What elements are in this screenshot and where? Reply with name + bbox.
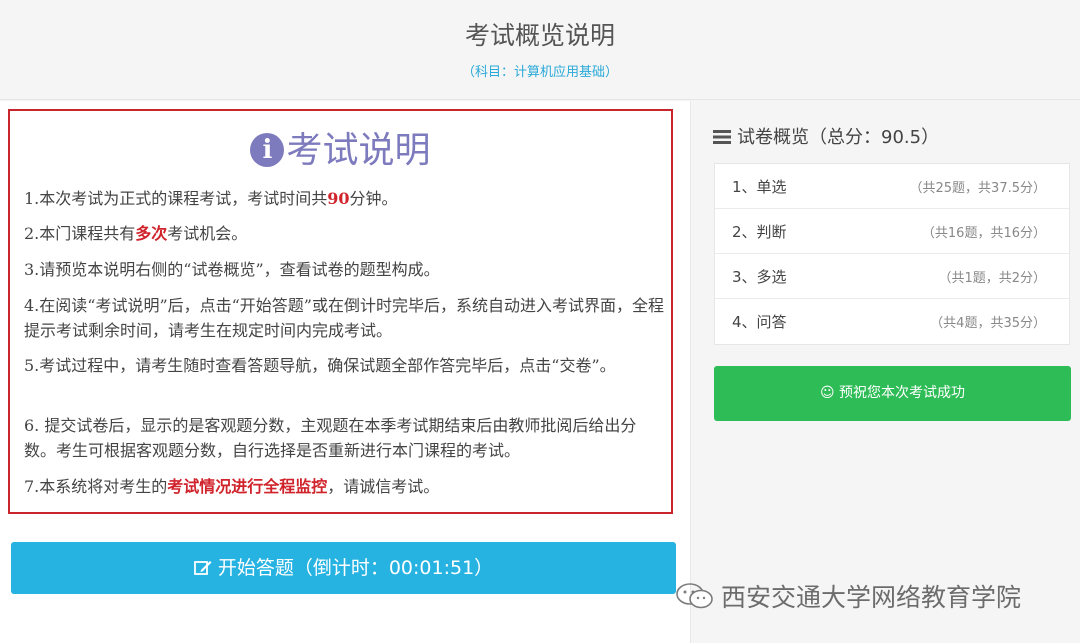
rule-text: 4.在阅读“考试说明”后，点击“开始答题”或在倒计时完毕后，系统自动进入考试界面… <box>24 296 664 340</box>
exam-rules-box: i 考试说明 1.本次考试为正式的课程考试，考试时间共90分钟。 2.本门课程共有… <box>8 109 673 514</box>
start-exam-label: 开始答题（倒计时：00:01:51） <box>217 557 494 579</box>
question-type-info: （共16题，共16分） <box>921 226 1046 241</box>
rule-text: 考试机会。 <box>167 224 248 243</box>
list-icon <box>713 130 731 144</box>
rules-title: 考试说明 <box>286 130 431 171</box>
rule-highlight: 考试情况进行全程监控 <box>167 477 328 496</box>
rule-text: 6. 提交试卷后，显示的是客观题分数，主观题在本季考试期结束后由教师批阅后给出分… <box>24 416 637 460</box>
right-panel: 试卷概览（总分：90.5） 1、单选 （共25题，共37.5分） 2、判断 （共… <box>690 101 1080 643</box>
overview-title: 试卷概览（总分：90.5） <box>737 127 940 148</box>
rule-item-6: 6. 提交试卷后，显示的是客观题分数，主观题在本季考试期结束后由教师批阅后给出分… <box>24 413 666 463</box>
question-type-name: 2、判断 <box>732 223 787 241</box>
watermark-text: 西安交通大学网络教育学院 <box>721 583 1022 612</box>
list-item: 3、多选 （共1题，共2分） <box>715 254 1069 299</box>
rule-item-4: 4.在阅读“考试说明”后，点击“开始答题”或在倒计时完毕后，系统自动进入考试界面… <box>24 293 666 343</box>
good-luck-button[interactable]: ☺ 预祝您本次考试成功 <box>714 366 1071 421</box>
overview-heading: 试卷概览（总分：90.5） <box>713 123 939 149</box>
info-circle-icon: i <box>250 133 285 167</box>
question-type-name: 4、问答 <box>732 313 787 331</box>
question-type-list: 1、单选 （共25题，共37.5分） 2、判断 （共16题，共16分） 3、多选… <box>714 163 1070 345</box>
watermark: 西安交通大学网络教育学院 <box>675 578 1021 614</box>
list-item: 2、判断 （共16题，共16分） <box>715 209 1069 254</box>
wechat-icon <box>676 583 713 609</box>
rule-text: 5.考试过程中，请考生随时查看答题导航，确保试题全部作答完毕后，点击“交卷”。 <box>24 356 616 375</box>
rule-text: ，请诚信考试。 <box>327 477 440 496</box>
rule-item-3: 3.请预览本说明右侧的“试卷概览”，查看试卷的题型构成。 <box>24 257 666 282</box>
rule-text: 3.请预览本说明右侧的“试卷概览”，查看试卷的题型构成。 <box>24 260 440 279</box>
question-type-info: （共4题，共35分） <box>930 316 1046 331</box>
rule-item-1: 1.本次考试为正式的课程考试，考试时间共90分钟。 <box>24 186 666 211</box>
rule-item-2: 2.本门课程共有多次考试机会。 <box>24 221 666 246</box>
rule-text: 2.本门课程共有 <box>24 224 136 243</box>
page-title: 考试概览说明 <box>464 21 615 50</box>
left-panel: i 考试说明 1.本次考试为正式的课程考试，考试时间共90分钟。 2.本门课程共有… <box>0 101 690 643</box>
question-type-info: （共25题，共37.5分） <box>909 181 1047 196</box>
page-subtitle: （科目：计算机应用基础） <box>461 65 618 80</box>
rule-text: 1.本次考试为正式的课程考试，考试时间共 <box>24 189 328 208</box>
rule-text: 7.本系统将对考生的 <box>24 477 168 496</box>
list-item: 1、单选 （共25题，共37.5分） <box>715 164 1069 209</box>
question-type-name: 1、单选 <box>732 178 787 196</box>
start-exam-button[interactable]: 开始答题（倒计时：00:01:51） <box>11 542 676 594</box>
rule-item-5: 5.考试过程中，请考生随时查看答题导航，确保试题全部作答完毕后，点击“交卷”。 <box>24 353 666 378</box>
rules-heading: i 考试说明 <box>10 121 671 173</box>
rule-text: 分钟。 <box>349 189 398 208</box>
question-type-name: 3、多选 <box>732 268 787 286</box>
rule-item-7: 7.本系统将对考生的考试情况进行全程监控，请诚信考试。 <box>24 474 666 499</box>
question-type-info: （共1题，共2分） <box>938 271 1046 286</box>
rule-highlight: 多次 <box>135 224 168 243</box>
edit-icon <box>193 561 212 575</box>
rule-highlight: 90 <box>327 189 350 208</box>
list-item: 4、问答 （共4题，共35分） <box>715 299 1069 344</box>
page-header: 考试概览说明 （科目：计算机应用基础） <box>0 0 1080 100</box>
